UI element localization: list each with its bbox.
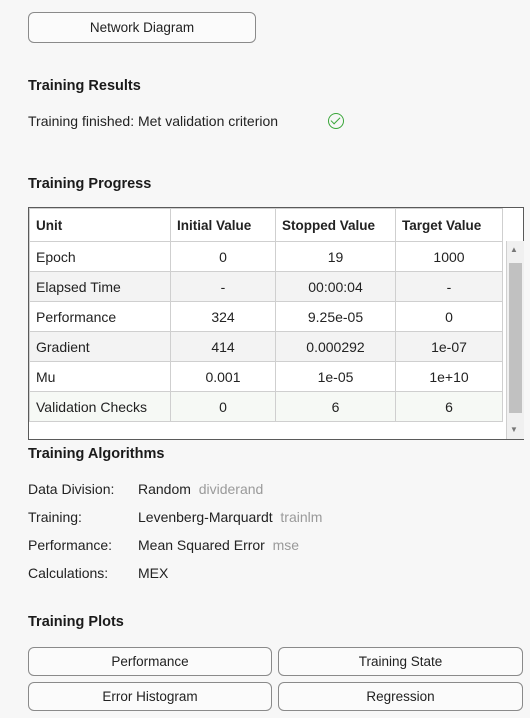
training-value: Levenberg-Marquardt trainlm — [138, 509, 322, 525]
data-division-value: Random dividerand — [138, 481, 263, 497]
training-method: Levenberg-Marquardt — [138, 509, 273, 525]
table-cell: 00:00:04 — [275, 271, 396, 302]
training-label: Training: — [28, 509, 82, 525]
table-cell: Mu — [29, 361, 171, 392]
regression-plot-button[interactable]: Regression — [278, 682, 523, 711]
training-progress-heading: Training Progress — [28, 176, 152, 192]
table-scrollbar[interactable]: ▲ ▼ — [506, 241, 524, 439]
table-cell: Validation Checks — [29, 391, 171, 422]
training-results-heading: Training Results — [28, 78, 141, 94]
table-header-row: Unit Initial Value Stopped Value Target … — [29, 208, 503, 242]
training-function: trainlm — [280, 509, 323, 525]
table-cell: 1e+10 — [395, 361, 503, 392]
data-division-function: dividerand — [198, 481, 264, 497]
column-header: Target Value — [395, 208, 503, 242]
performance-plot-button[interactable]: Performance — [28, 647, 272, 676]
table-cell: 1e-07 — [395, 331, 503, 362]
table-row: Validation Checks 0 6 6 — [29, 391, 503, 422]
scrollbar-thumb[interactable] — [509, 263, 522, 413]
table-cell: Gradient — [29, 331, 171, 362]
training-status-text: Training finished: Met validation criter… — [28, 113, 279, 129]
scroll-up-icon[interactable]: ▲ — [510, 245, 518, 254]
table-cell: Performance — [29, 301, 171, 332]
table-cell: 0 — [170, 391, 276, 422]
column-header: Stopped Value — [275, 208, 396, 242]
table-cell: Elapsed Time — [29, 271, 171, 302]
table-cell: 6 — [275, 391, 396, 422]
table-cell: 0 — [170, 241, 276, 272]
column-header: Unit — [29, 208, 171, 242]
data-division-method: Random — [138, 481, 191, 497]
table-cell: 0.001 — [170, 361, 276, 392]
performance-label: Performance: — [28, 537, 113, 553]
training-progress-table: Unit Initial Value Stopped Value Target … — [28, 207, 524, 440]
data-division-label: Data Division: — [28, 481, 115, 497]
table-cell: 0.000292 — [275, 331, 396, 362]
table-row: Performance 324 9.25e-05 0 — [29, 301, 503, 332]
table-cell: 324 — [170, 301, 276, 332]
performance-method: Mean Squared Error — [138, 537, 265, 553]
table-row: Mu 0.001 1e-05 1e+10 — [29, 361, 503, 392]
training-plots-heading: Training Plots — [28, 614, 124, 630]
performance-value: Mean Squared Error mse — [138, 537, 299, 553]
table-cell: 19 — [275, 241, 396, 272]
calculations-label: Calculations: — [28, 565, 109, 581]
error-histogram-plot-button[interactable]: Error Histogram — [28, 682, 272, 711]
success-check-icon — [328, 113, 344, 129]
table-row: Elapsed Time - 00:00:04 - — [29, 271, 503, 302]
table-cell: 9.25e-05 — [275, 301, 396, 332]
table-cell: 0 — [395, 301, 503, 332]
table-cell: 1e-05 — [275, 361, 396, 392]
table-cell: - — [170, 271, 276, 302]
scroll-down-icon[interactable]: ▼ — [510, 425, 518, 434]
column-header: Initial Value — [170, 208, 276, 242]
training-state-plot-button[interactable]: Training State — [278, 647, 523, 676]
table-cell: 414 — [170, 331, 276, 362]
performance-function: mse — [272, 537, 300, 553]
table-cell: Epoch — [29, 241, 171, 272]
network-diagram-button[interactable]: Network Diagram — [28, 12, 256, 43]
calculations-value: MEX — [138, 565, 169, 581]
table-cell: 6 — [395, 391, 503, 422]
table-cell: 1000 — [395, 241, 503, 272]
table-row: Epoch 0 19 1000 — [29, 241, 503, 272]
table-cell: - — [395, 271, 503, 302]
table-row: Gradient 414 0.000292 1e-07 — [29, 331, 503, 362]
training-algorithms-heading: Training Algorithms — [28, 446, 165, 462]
